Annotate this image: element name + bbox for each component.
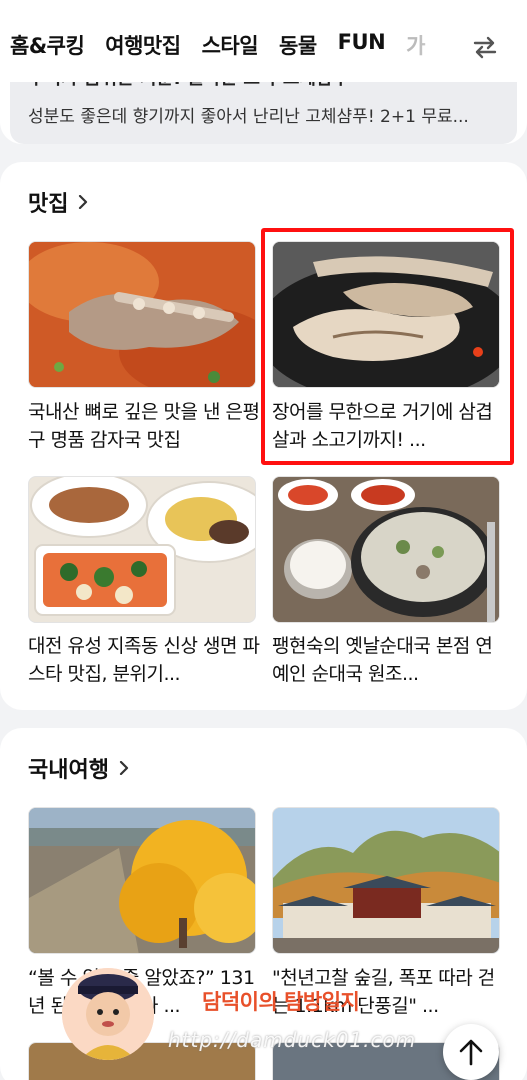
ad-teaser-subtitle: 성분도 좋은데 향기까지 좋아서 난리난 고체샴푸! 2+1 무료... <box>28 107 469 127</box>
tabs-fade <box>417 20 467 70</box>
section-title-text: 국내여행 <box>28 758 109 783</box>
tab-animals[interactable]: 동물 <box>279 30 317 60</box>
character-avatar-icon <box>62 968 154 1060</box>
restaurant-caption-4[interactable]: 팽현숙의 옛날순대국 본점 연예인 순대국 원조... <box>272 632 504 688</box>
watermark-url: http://damduck01.com <box>168 1028 417 1052</box>
watermark-blog-name: 담덕이의 탐방일지 <box>202 990 360 1014</box>
bone-soup-image <box>29 242 255 387</box>
section-title-text: 맛집 <box>28 192 69 217</box>
restaurant-section-title[interactable]: 맛집 <box>28 186 90 218</box>
highlight-box <box>261 228 514 465</box>
category-tab-bar: 홈&쿠킹 여행맛집 스타일 동물 FUN 가 <box>0 0 527 82</box>
restaurant-thumb-3[interactable] <box>28 476 256 623</box>
chevron-right-icon <box>119 761 129 775</box>
sundae-soup-image <box>273 477 499 622</box>
restaurant-thumb-4[interactable] <box>272 476 500 623</box>
travel-thumb-2[interactable] <box>272 807 500 954</box>
restaurant-caption-3[interactable]: 대전 유성 지족동 신상 생면 파스타 맛집, 분위기... <box>28 632 260 688</box>
watermark-avatar <box>62 968 154 1060</box>
ginkgo-tree-image <box>29 808 255 953</box>
travel-section-title[interactable]: 국내여행 <box>28 752 131 784</box>
tab-fun[interactable]: FUN <box>338 30 386 60</box>
tab-style[interactable]: 스타일 <box>202 30 259 60</box>
scroll-top-button[interactable] <box>443 1024 499 1080</box>
chevron-right-icon <box>79 195 88 209</box>
tab-travel-food[interactable]: 여행맛집 <box>105 30 181 60</box>
travel-thumb-1[interactable] <box>28 807 256 954</box>
restaurant-section: 맛집 국내산 뼈로 깊은 맛을 낸 은평구 명품 감자국 맛집 장어를 무한으로… <box>0 162 527 710</box>
restaurant-caption-1[interactable]: 국내산 뼈로 깊은 맛을 낸 은평구 명품 감자국 맛집 <box>28 398 260 454</box>
category-tabs: 홈&쿠킹 여행맛집 스타일 동물 FUN 가 <box>10 30 446 60</box>
tab-home-cooking[interactable]: 홈&쿠킹 <box>10 30 85 60</box>
swap-arrows-icon <box>473 36 497 59</box>
restaurant-thumb-1[interactable] <box>28 241 256 388</box>
arrow-up-icon <box>459 1039 483 1066</box>
temple-image <box>273 808 499 953</box>
pasta-image <box>29 477 255 622</box>
swap-tabs-button[interactable] <box>471 33 505 63</box>
